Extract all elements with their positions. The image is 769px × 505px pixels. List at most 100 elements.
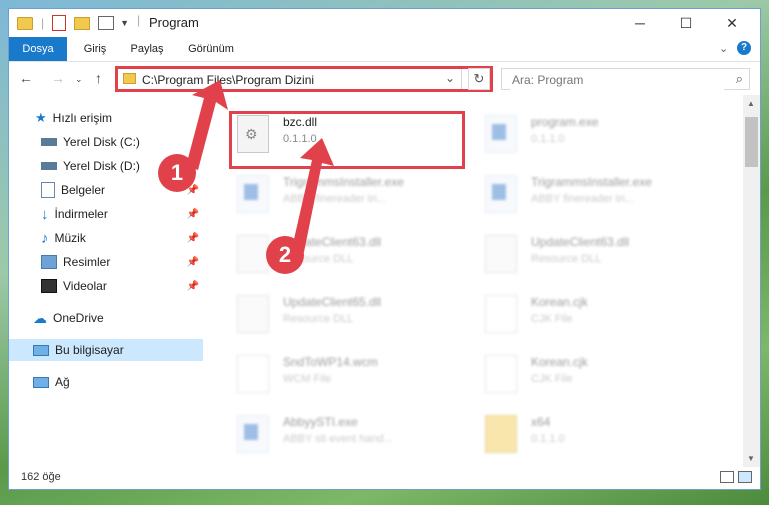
sidebar-item-label: Videolar — [63, 279, 107, 293]
file-detail: ABBY sti event hand... — [283, 433, 393, 445]
file-detail: CJK File — [531, 373, 573, 385]
close-button[interactable]: ✕ — [710, 9, 754, 37]
sidebar-item-label: Belgeler — [61, 183, 106, 197]
sidebar-item-disk-c[interactable]: Yerel Disk (C:) — [9, 131, 203, 153]
computer-icon — [33, 344, 49, 356]
pin-icon[interactable]: 📌 — [187, 257, 199, 268]
file-tile[interactable]: UpdateClient63.dll Resource DLL — [475, 229, 715, 279]
recent-locations-icon[interactable]: ⌄ — [75, 74, 83, 85]
vertical-scrollbar[interactable]: ▲ ▼ — [743, 95, 760, 467]
refresh-button[interactable]: ↻ — [468, 68, 490, 90]
up-icon[interactable]: ↑ — [95, 70, 102, 86]
tab-view[interactable]: Görünüm — [181, 37, 241, 61]
sidebar-item-videos[interactable]: Videolar 📌 — [9, 275, 203, 297]
file-name: TrigrammsInstaller.exe — [283, 175, 404, 189]
sidebar-item-label: Hızlı erişim — [52, 111, 112, 125]
details-view-icon[interactable] — [720, 471, 734, 483]
exe-file-icon — [485, 175, 517, 213]
file-detail: 0.1.1.0 — [531, 433, 565, 445]
sidebar-item-pictures[interactable]: Resimler 📌 — [9, 251, 203, 273]
chevron-down-icon[interactable]: ▼ — [120, 18, 129, 28]
file-detail: ABBY finereader tri... — [531, 193, 635, 205]
file-icon — [485, 355, 517, 393]
expand-ribbon-icon[interactable]: ⌄ — [719, 42, 728, 55]
dll-file-icon — [237, 295, 269, 333]
folder-icon — [17, 16, 33, 30]
star-icon: ★ — [35, 110, 47, 125]
file-name: TrigrammsInstaller.exe — [531, 175, 652, 189]
file-detail: WCM File — [283, 373, 332, 385]
file-tile[interactable]: AbbyySTI.exe ABBY sti event hand... — [227, 409, 467, 459]
drive-icon — [41, 138, 57, 146]
properties-icon[interactable] — [52, 15, 67, 31]
tab-home[interactable]: Giriş — [73, 37, 117, 61]
music-icon: ♪ — [41, 229, 49, 247]
help-icon[interactable]: ? — [737, 41, 751, 55]
separator: | — [137, 13, 141, 27]
new-folder-icon[interactable] — [74, 16, 91, 30]
file-tile[interactable]: Korean.cjk CJK File — [475, 349, 715, 399]
ribbon: Dosya Giriş Paylaş Görünüm ⌄ ? — [9, 37, 760, 62]
file-name: AbbyySTI.exe — [283, 415, 358, 429]
back-icon[interactable]: ← — [19, 70, 33, 86]
quick-access-toolbar: | ▼ — [17, 14, 129, 32]
sidebar-item-music[interactable]: ♪ Müzik 📌 — [9, 227, 203, 249]
file-tile[interactable]: UpdateClient63.dll Resource DLL — [227, 229, 467, 279]
search-icon: ⌕ — [735, 71, 743, 86]
file-tile[interactable]: UpdateClient65.dll Resource DLL — [227, 289, 467, 339]
highlight-box-file — [229, 111, 465, 169]
folder-icon — [485, 415, 517, 453]
file-icon — [237, 355, 269, 393]
file-list: ⚙ bzc.dll 0.1.1.0 program.exe 0.1.1.0 Tr… — [221, 101, 738, 463]
file-tile[interactable]: TrigrammsInstaller.exe ABBY finereader t… — [227, 169, 467, 219]
pin-icon[interactable]: 📌 — [187, 209, 199, 220]
tab-share[interactable]: Paylaş — [123, 37, 171, 61]
file-name: Korean.cjk — [531, 295, 588, 309]
sidebar-item-label: Ağ — [55, 375, 70, 389]
file-name: UpdateClient65.dll — [283, 295, 382, 309]
sidebar-item-this-pc[interactable]: Bu bilgisayar — [9, 339, 203, 361]
file-tile[interactable]: TrigrammsInstaller.exe ABBY finereader t… — [475, 169, 715, 219]
file-name: SndToWP14.wcm — [283, 355, 378, 369]
file-detail: ABBY finereader tri... — [283, 193, 387, 205]
tab-file[interactable]: Dosya — [9, 37, 67, 61]
exe-file-icon — [485, 115, 517, 153]
documents-icon — [41, 182, 55, 198]
file-tile[interactable]: program.exe 0.1.1.0 — [475, 109, 715, 159]
file-tile[interactable]: Korean.cjk CJK File — [475, 289, 715, 339]
sidebar-item-label: OneDrive — [53, 311, 104, 325]
file-detail: 0.1.1.0 — [531, 133, 565, 145]
scroll-up-icon[interactable]: ▲ — [747, 99, 755, 108]
maximize-button[interactable]: ☐ — [664, 9, 708, 37]
sidebar-item-downloads[interactable]: ↓ İndirmeler 📌 — [9, 203, 203, 225]
sidebar-item-label: Resimler — [63, 255, 111, 269]
file-detail: Resource DLL — [283, 313, 354, 325]
file-icon — [485, 295, 517, 333]
sidebar-item-label: Müzik — [54, 231, 86, 245]
sidebar-item-label: Yerel Disk (C:) — [63, 135, 140, 149]
pictures-icon — [41, 255, 57, 269]
search-box[interactable]: ⌕ — [501, 68, 750, 90]
pin-icon[interactable]: 📌 — [187, 233, 199, 244]
exe-file-icon — [237, 175, 269, 213]
scroll-down-icon[interactable]: ▼ — [747, 454, 755, 463]
scrollbar-thumb[interactable] — [745, 117, 758, 167]
file-name: program.exe — [531, 115, 599, 129]
file-tile[interactable]: x64 0.1.1.0 — [475, 409, 715, 459]
forward-icon[interactable]: → — [51, 70, 65, 86]
sidebar-item-onedrive[interactable]: ☁ OneDrive — [9, 307, 203, 329]
tiles-view-icon[interactable] — [738, 471, 752, 483]
file-detail: Resource DLL — [531, 253, 602, 265]
sidebar-item-quick-access[interactable]: ★ Hızlı erişim — [9, 107, 203, 129]
sidebar-item-label: Yerel Disk (D:) — [63, 159, 140, 173]
file-tile[interactable]: SndToWP14.wcm WCM File — [227, 349, 467, 399]
item-count: 162 öğe — [21, 471, 61, 483]
download-icon: ↓ — [41, 205, 49, 223]
sidebar-item-label: Bu bilgisayar — [55, 343, 124, 357]
minimize-button[interactable]: ─ — [618, 9, 662, 37]
customize-icon[interactable] — [98, 16, 115, 30]
sidebar-item-network[interactable]: Ağ — [9, 371, 203, 393]
search-input[interactable] — [510, 70, 724, 90]
step-1-badge: 1 — [158, 154, 196, 192]
pin-icon[interactable]: 📌 — [187, 281, 199, 292]
